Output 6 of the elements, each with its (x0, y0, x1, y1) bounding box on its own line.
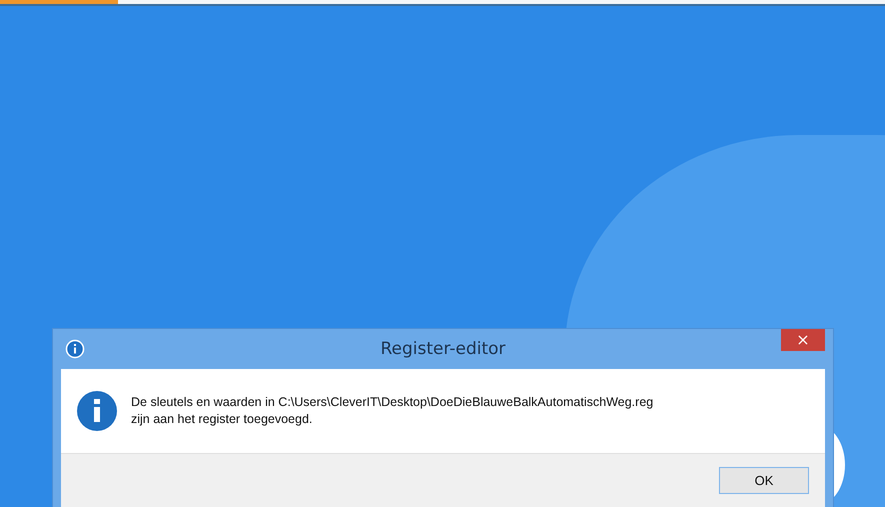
window-title: Register-editor (380, 339, 506, 359)
ok-button[interactable]: OK (719, 467, 809, 494)
info-icon (65, 339, 85, 359)
close-button[interactable]: × (781, 329, 825, 351)
info-icon (77, 391, 117, 431)
message-text: De sleutels en waarden in C:\Users\CleverIT\Desktop\DoeDieBlauweBalkAutomatischWeg.reg zijn aan het register toegevoegd. (131, 394, 654, 428)
